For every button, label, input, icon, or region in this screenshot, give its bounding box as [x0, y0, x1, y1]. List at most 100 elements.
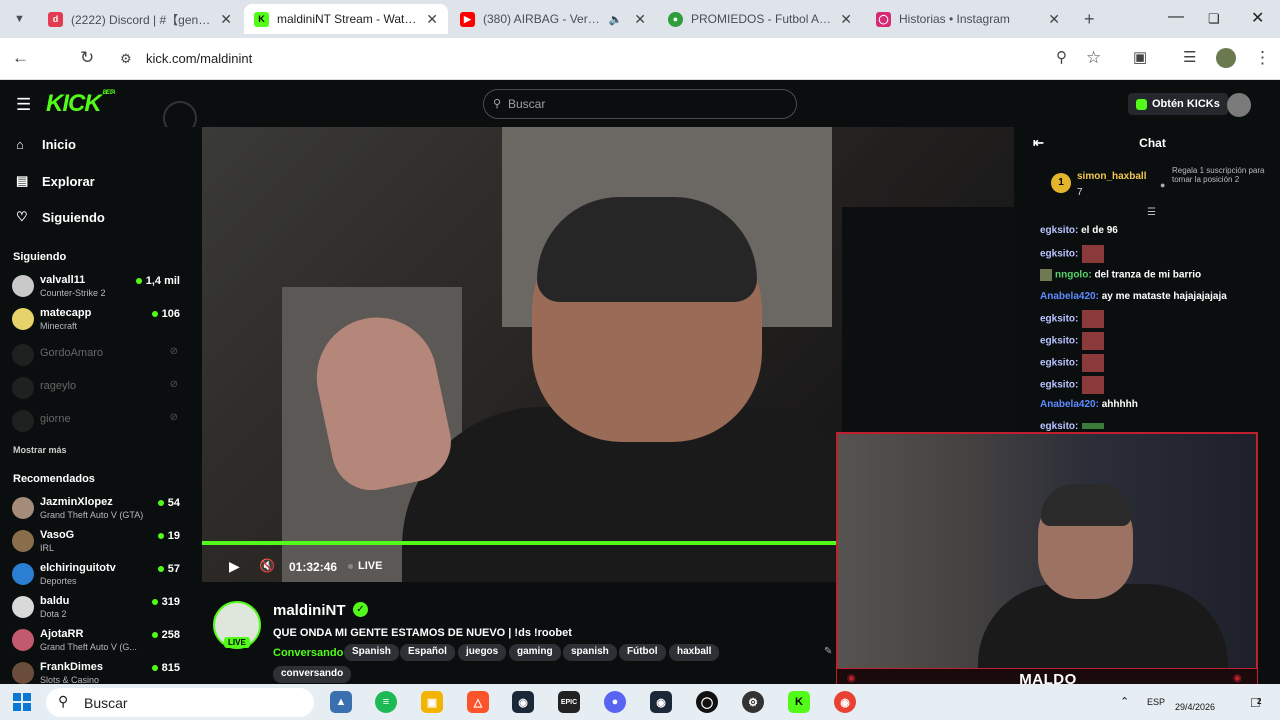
get-kicks-button[interactable]: Obtén KICKs — [1128, 93, 1228, 115]
live-indicator[interactable]: LIVE — [348, 560, 382, 572]
kick-icon[interactable]: K — [788, 691, 810, 713]
back-arrow-icon[interactable]: ← — [12, 48, 29, 68]
following-channel[interactable]: valvall11 Counter-Strike 2 1,4 mil — [12, 272, 180, 302]
stream-tag[interactable]: Spanish — [344, 644, 399, 661]
chat-username[interactable]: Anabela420: — [1040, 399, 1099, 410]
viewer-count: 54 — [158, 497, 180, 509]
steam-icon[interactable]: ◉ — [650, 691, 672, 713]
close-icon[interactable]: ✕ — [840, 11, 852, 28]
recommended-channel[interactable]: JazminXlopez Grand Theft Auto V (GTA) 54 — [12, 494, 180, 524]
stream-tag[interactable]: gaming — [509, 644, 561, 661]
profile-avatar[interactable] — [1216, 48, 1236, 68]
tab-instagram[interactable]: ◯ Historias • Instagram ✕ — [866, 4, 1070, 34]
nav-following[interactable]: ♡ Siguiendo — [16, 209, 105, 225]
play-icon[interactable]: ▶ — [229, 558, 240, 575]
tab-discord[interactable]: d (2222) Discord | #【general ✕ — [38, 4, 242, 34]
chat-username[interactable]: egksito: — [1040, 225, 1078, 236]
discord-icon[interactable]: ● — [604, 691, 626, 713]
zoom-icon[interactable]: ⚲ — [1056, 48, 1067, 66]
obs-icon[interactable]: ◯ — [696, 691, 718, 713]
restore-button[interactable]: ❏ — [1208, 11, 1220, 27]
recommended-channel[interactable]: baldu Dota 2 319 — [12, 593, 180, 623]
stream-tag[interactable]: Fútbol — [619, 644, 666, 661]
following-channel[interactable]: rageylo ⊘ — [12, 374, 180, 404]
nav-explore[interactable]: ▤ Explorar — [16, 173, 95, 189]
expand-icon[interactable]: ☰ — [1147, 207, 1156, 218]
bookmark-star-icon[interactable]: ☆ — [1086, 48, 1101, 68]
extensions-puzzle-icon[interactable]: ▣ — [1133, 48, 1147, 66]
gifter-name[interactable]: simon_haxball — [1077, 171, 1146, 182]
chat-title: Chat — [1139, 136, 1166, 150]
chat-username[interactable]: egksito: — [1040, 249, 1078, 260]
recommended-channel[interactable]: VasoG IRL 19 — [12, 527, 180, 557]
close-icon[interactable]: ✕ — [220, 11, 232, 28]
gift-prompt[interactable]: Regala 1 suscripción para tomar la posic… — [1172, 166, 1272, 184]
stream-tag[interactable]: conversando — [273, 666, 352, 683]
chat-username[interactable]: egksito: — [1040, 380, 1078, 391]
channel-name: VasoG — [40, 529, 75, 541]
show-more-link[interactable]: Mostrar más — [13, 445, 67, 455]
chat-username[interactable]: nngolo: — [1055, 270, 1092, 281]
steam-icon[interactable]: ◉ — [512, 691, 534, 713]
chat-username[interactable]: Anabela420: — [1040, 291, 1099, 302]
stream-tag[interactable]: haxball — [669, 644, 720, 661]
collapse-chat-icon[interactable]: ⇤ — [1033, 127, 1044, 159]
file-explorer-icon[interactable]: ▣ — [421, 691, 443, 713]
media-control-icon[interactable]: ☰ — [1183, 48, 1196, 66]
hamburger-menu-icon[interactable]: ☰ — [16, 95, 31, 115]
windows-start-icon[interactable] — [13, 693, 31, 711]
tab-title: (380) AIRBAG - Verte de — [483, 12, 603, 26]
chat-username[interactable]: egksito: — [1040, 314, 1078, 325]
clock-date[interactable]: 29/4/2026 — [1175, 702, 1215, 712]
chat-username[interactable]: egksito: — [1040, 336, 1078, 347]
close-icon[interactable]: ✕ — [634, 11, 646, 28]
new-tab-button[interactable]: + — [1074, 4, 1104, 34]
tab-search-button[interactable]: ▼ — [4, 4, 40, 34]
following-channel[interactable]: matecapp Minecraft 106 — [12, 305, 180, 335]
kebab-menu-icon[interactable]: ⋮ — [1254, 48, 1271, 68]
recommended-channel[interactable]: AjotaRR Grand Theft Auto V (G... 258 — [12, 626, 180, 656]
recommended-channel[interactable]: elchiringuitotv Deportes 57 — [12, 560, 180, 590]
youtube-icon: ▶ — [460, 11, 475, 27]
mute-icon[interactable]: 🔇 — [259, 558, 275, 574]
tab-kick[interactable]: K maldiniNT Stream - Watch Li ✕ — [244, 4, 448, 34]
close-icon[interactable]: ✕ — [1048, 11, 1060, 28]
app-icon[interactable]: ⚙ — [742, 691, 764, 713]
stream-info: LIVE maldiniNT ✓ QUE ONDA MI GENTE ESTAM… — [202, 590, 832, 684]
taskbar-search[interactable]: ⚲ Buscar — [46, 688, 314, 717]
search-input[interactable]: ⚲ Buscar — [483, 89, 797, 119]
epic-games-icon[interactable]: EPIC — [558, 691, 580, 713]
streamer-name[interactable]: maldiniNT — [273, 602, 346, 619]
chevron-up-icon[interactable]: ⌃ — [1120, 695, 1129, 708]
url-field[interactable]: kick.com/maldinint — [146, 51, 252, 66]
channel-name: valvall11 — [40, 274, 86, 286]
chat-username[interactable]: egksito: — [1040, 358, 1078, 369]
following-channel[interactable]: GordoAmaro ⊘ — [12, 341, 180, 371]
stream-category[interactable]: Conversando — [273, 647, 343, 659]
stream-tag[interactable]: Español — [400, 644, 455, 661]
stream-tag[interactable]: spanish — [563, 644, 617, 661]
nav-home[interactable]: ⌂ Inicio — [16, 137, 76, 152]
spotify-icon[interactable]: ≡ — [375, 691, 397, 713]
channel-category: Dota 2 — [40, 609, 67, 619]
kick-logo[interactable]: KICK BETA — [46, 90, 116, 118]
site-info-icon[interactable]: ⚙ — [120, 51, 132, 67]
following-channel[interactable]: giorne ⊘ — [12, 407, 180, 437]
user-avatar[interactable] — [1227, 93, 1251, 117]
minimize-button[interactable]: — — [1168, 8, 1184, 26]
close-window-button[interactable]: ✕ — [1251, 8, 1264, 28]
share-icon[interactable]: ✎ — [824, 646, 832, 657]
app-icon[interactable]: ▲ — [330, 691, 352, 713]
speaker-icon[interactable]: 🔈 — [609, 13, 623, 26]
channel-name: matecapp — [40, 307, 92, 319]
tab-youtube[interactable]: ▶ (380) AIRBAG - Verte de 🔈 ✕ — [450, 4, 656, 34]
language-indicator[interactable]: ESP — [1147, 697, 1165, 707]
chat-username[interactable]: egksito: — [1040, 421, 1078, 432]
progress-bar[interactable] — [202, 541, 836, 545]
close-icon[interactable]: ✕ — [426, 11, 438, 28]
stream-tag[interactable]: juegos — [458, 644, 507, 661]
reload-icon[interactable]: ↻ — [80, 48, 94, 68]
chrome-icon[interactable]: ◉ — [834, 691, 856, 713]
brave-icon[interactable]: △ — [467, 691, 489, 713]
tab-promiedos[interactable]: ● PROMIEDOS - Futbol Argent ✕ — [658, 4, 862, 34]
